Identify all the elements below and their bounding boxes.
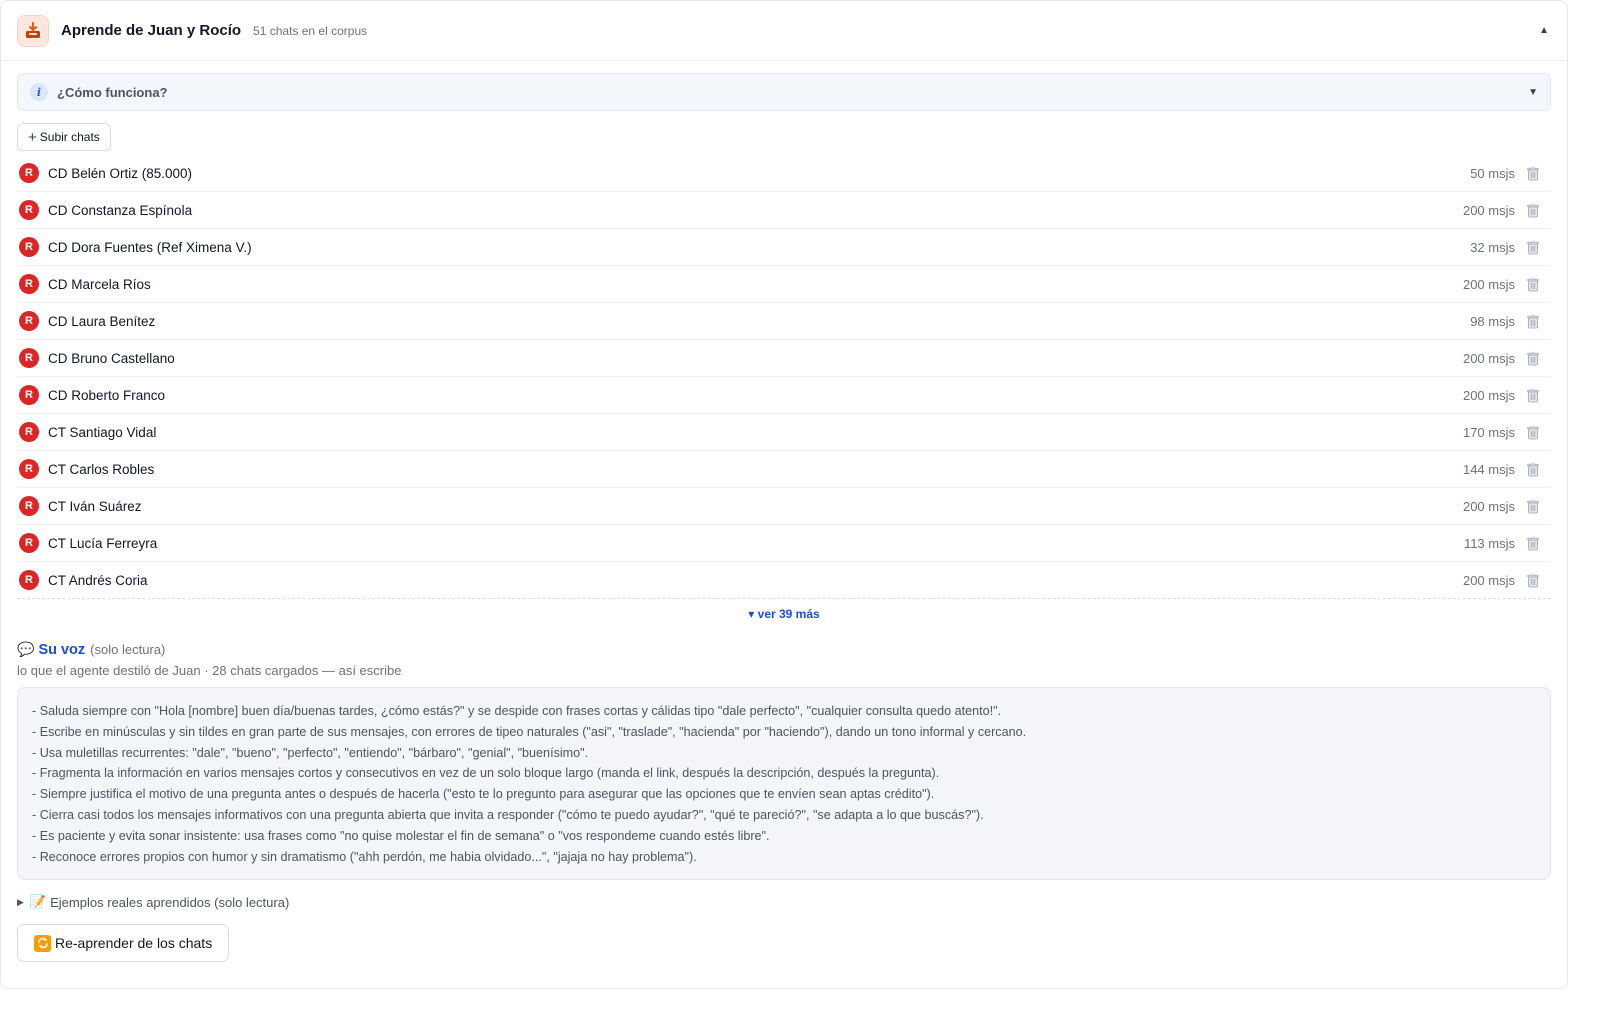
- learning-panel: Aprende de Juan y Rocío 51 chats en el c…: [0, 0, 1568, 989]
- upload-chats-button[interactable]: + Subir chats: [17, 123, 111, 151]
- chat-name: CT Lucía Ferreyra: [48, 535, 158, 551]
- trash-icon[interactable]: [1515, 536, 1551, 551]
- voice-trait-line: - Usa muletillas recurrentes: "dale", "b…: [32, 745, 589, 760]
- info-icon: i: [30, 83, 48, 101]
- chat-badge: R: [19, 459, 39, 479]
- speech-bubble-icon: 💬: [17, 641, 35, 657]
- chat-name: CD Constanza Espínola: [48, 202, 193, 218]
- panel-header[interactable]: Aprende de Juan y Rocío 51 chats en el c…: [1, 1, 1567, 61]
- chat-badge: R: [19, 385, 39, 405]
- inbox-tray-icon: [17, 14, 49, 47]
- voice-trait-line: - Es paciente y evita sonar insistente: …: [32, 828, 770, 843]
- chat-badge: R: [19, 237, 39, 257]
- chat-message-count: 200 msjs: [1462, 498, 1515, 514]
- panel-content: i ¿Cómo funciona? ▼ + Subir chats R CD Be…: [1, 61, 1567, 962]
- expand-caret-icon: ▼: [1528, 86, 1538, 98]
- chat-message-count: 200 msjs: [1462, 387, 1515, 403]
- chat-row[interactable]: R CT Carlos Robles 144 msjs: [17, 451, 1551, 488]
- voice-title: Su voz: [38, 642, 86, 658]
- chat-message-count: 200 msjs: [1462, 350, 1515, 366]
- voice-traits-box: - Saluda siempre con "Hola [nombre] buen…: [17, 687, 1551, 880]
- chat-badge: R: [19, 533, 39, 553]
- chat-badge: R: [19, 496, 39, 516]
- chat-badge: R: [19, 311, 39, 331]
- chat-row[interactable]: R CD Marcela Ríos 200 msjs: [17, 266, 1551, 303]
- plus-icon: +: [28, 128, 37, 146]
- chat-name: CT Andrés Coria: [48, 572, 148, 588]
- chat-row[interactable]: R CT Lucía Ferreyra 113 msjs: [17, 525, 1551, 562]
- examples-toggle[interactable]: ▶ 📝 Ejemplos reales aprendidos (solo lec…: [17, 894, 1551, 910]
- chat-message-count: 113 msjs: [1463, 535, 1515, 551]
- chat-badge: R: [19, 163, 39, 183]
- trash-icon[interactable]: [1515, 462, 1551, 477]
- voice-trait-line: - Cierra casi todos los mensajes informa…: [32, 807, 984, 822]
- how-it-works-toggle[interactable]: i ¿Cómo funciona? ▼: [17, 73, 1551, 111]
- chat-badge: R: [19, 200, 39, 220]
- expand-triangle-icon: ▶: [17, 896, 24, 907]
- chat-name: CD Laura Benítez: [48, 313, 156, 329]
- voice-readonly-note: (solo lectura): [90, 642, 166, 657]
- voice-description: lo que el agente destiló de Juan · 28 ch…: [17, 663, 402, 678]
- how-it-works-label: ¿Cómo funciona?: [57, 84, 168, 100]
- chat-name: CT Carlos Robles: [48, 461, 155, 477]
- collapse-caret-icon[interactable]: ▲: [1539, 25, 1551, 36]
- chat-row[interactable]: R CT Iván Suárez 200 msjs: [17, 488, 1551, 525]
- trash-icon[interactable]: [1515, 425, 1551, 440]
- trash-icon[interactable]: [1515, 203, 1551, 218]
- examples-label: Ejemplos reales aprendidos (solo lectura…: [50, 894, 290, 910]
- chat-row[interactable]: R CD Constanza Espínola 200 msjs: [17, 192, 1551, 229]
- panel-title: Aprende de Juan y Rocío: [61, 22, 242, 39]
- chat-row[interactable]: R CD Laura Benítez 98 msjs: [17, 303, 1551, 340]
- upload-chats-label: Subir chats: [39, 130, 100, 144]
- chat-badge: R: [19, 570, 39, 590]
- chat-row[interactable]: R CD Dora Fuentes (Ref Ximena V.) 32 msjs: [17, 229, 1551, 266]
- chat-name: CT Santiago Vidal: [48, 424, 157, 440]
- voice-heading: 💬 Su voz (solo lectura): [17, 641, 1551, 658]
- chat-row[interactable]: R CD Roberto Franco 200 msjs: [17, 377, 1551, 414]
- chat-message-count: 170 msjs: [1462, 424, 1515, 440]
- chat-list: R CD Belén Ortiz (85.000) 50 msjs R CD Const…: [17, 155, 1551, 599]
- chat-message-count: 98 msjs: [1470, 313, 1515, 329]
- trash-icon[interactable]: [1515, 166, 1551, 181]
- trash-icon[interactable]: [1515, 573, 1551, 588]
- chat-message-count: 50 msjs: [1470, 165, 1515, 181]
- chat-row[interactable]: R CT Santiago Vidal 170 msjs: [17, 414, 1551, 451]
- trash-icon[interactable]: [1515, 314, 1551, 329]
- repeat-icon: [34, 934, 51, 952]
- trash-icon[interactable]: [1515, 240, 1551, 255]
- chat-name: CD Bruno Castellano: [48, 350, 175, 366]
- chat-message-count: 144 msjs: [1462, 461, 1515, 477]
- memo-icon: 📝: [29, 894, 47, 909]
- chat-badge: R: [19, 274, 39, 294]
- chat-badge: R: [19, 422, 39, 442]
- chat-message-count: 200 msjs: [1462, 202, 1515, 218]
- voice-trait-line: - Siempre justifica el motivo de una pre…: [32, 787, 935, 802]
- chat-message-count: 32 msjs: [1470, 239, 1515, 255]
- relearn-button[interactable]: Re-aprender de los chats: [17, 924, 230, 962]
- voice-trait-line: - Saluda siempre con "Hola [nombre] buen…: [32, 704, 1002, 718]
- trash-icon[interactable]: [1515, 499, 1551, 514]
- voice-trait-line: - Fragmenta la información en varios men…: [32, 766, 940, 781]
- relearn-label: Re-aprender de los chats: [55, 935, 213, 951]
- voice-trait-line: - Reconoce errores propios con humor y s…: [32, 849, 697, 864]
- trash-icon[interactable]: [1515, 388, 1551, 403]
- voice-trait-line: - Escribe en minúsculas y sin tildes en …: [32, 724, 1027, 739]
- chat-name: CD Dora Fuentes (Ref Ximena V.): [48, 239, 252, 255]
- chat-row[interactable]: R CD Belén Ortiz (85.000) 50 msjs: [17, 155, 1551, 192]
- trash-icon[interactable]: [1515, 277, 1551, 292]
- chat-name: CD Belén Ortiz (85.000): [48, 165, 193, 181]
- corpus-count: 51 chats en el corpus: [253, 23, 368, 38]
- trash-icon[interactable]: [1515, 351, 1551, 366]
- chat-name: CD Marcela Ríos: [48, 276, 151, 292]
- chat-message-count: 200 msjs: [1462, 572, 1515, 588]
- chat-row[interactable]: R CD Bruno Castellano 200 msjs: [17, 340, 1551, 377]
- chat-badge: R: [19, 348, 39, 368]
- chat-name: CD Roberto Franco: [48, 387, 166, 403]
- show-more-link[interactable]: ▾ ver 39 más: [17, 607, 1551, 621]
- chat-name: CT Iván Suárez: [48, 498, 142, 514]
- chat-row[interactable]: R CT Andrés Coria 200 msjs: [17, 562, 1551, 599]
- chat-message-count: 200 msjs: [1462, 276, 1515, 292]
